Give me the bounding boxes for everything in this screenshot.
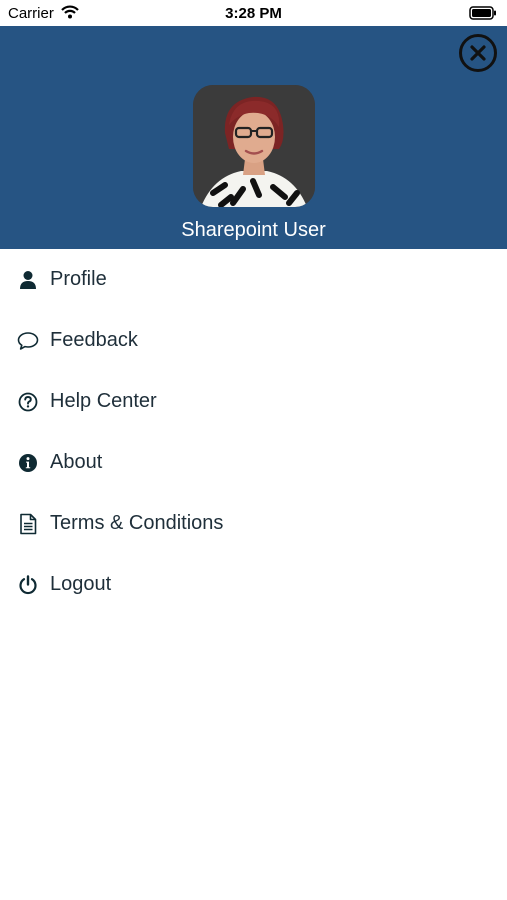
question-circle-icon [17,391,39,413]
speech-bubble-icon [17,330,39,352]
battery-icon [469,6,497,24]
user-icon [17,269,39,291]
menu-item-help-center[interactable]: Help Center [0,371,507,432]
menu-item-label: About [50,451,103,473]
menu-item-label: Help Center [50,390,157,412]
close-button[interactable] [458,33,498,73]
profile-header: Sharepoint User [0,26,507,249]
document-icon [17,513,39,535]
menu-item-label: Profile [50,268,107,290]
menu-item-about[interactable]: About [0,432,507,493]
menu-item-logout[interactable]: Logout [0,554,507,615]
menu-item-terms-conditions[interactable]: Terms & Conditions [0,493,507,554]
menu-item-feedback[interactable]: Feedback [0,310,507,371]
power-icon [17,574,39,596]
status-time: 3:28 PM [225,5,282,22]
menu-item-label: Feedback [50,329,138,351]
avatar [193,85,315,207]
menu-item-profile[interactable]: Profile [0,249,507,310]
user-name: Sharepoint User [181,219,326,241]
close-icon [459,34,497,72]
side-menu: Profile Feedback Help Center About Terms… [0,249,507,615]
menu-item-label: Logout [50,573,112,595]
info-circle-icon [17,452,39,474]
status-bar: Carrier 3:28 PM [0,0,507,26]
menu-item-label: Terms & Conditions [50,512,224,534]
